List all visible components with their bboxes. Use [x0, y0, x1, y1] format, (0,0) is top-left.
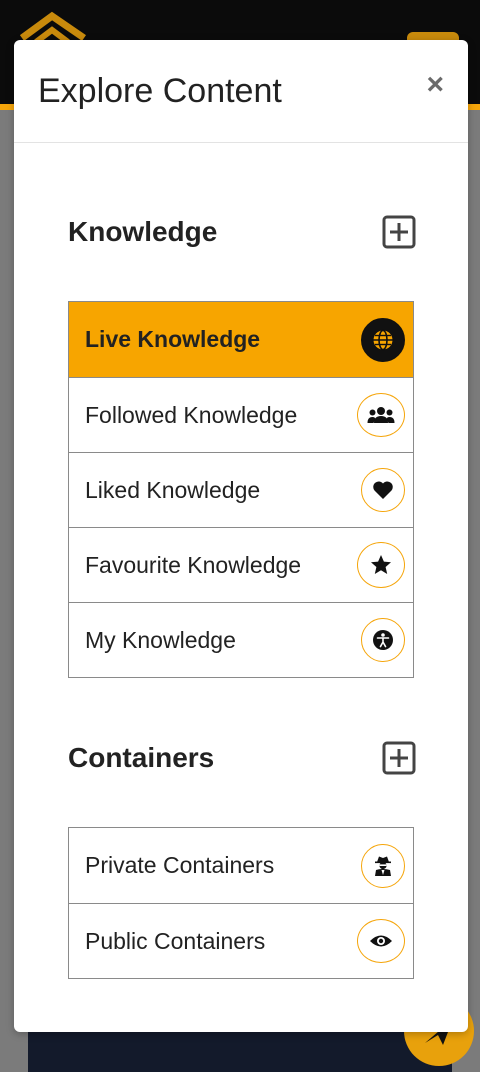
list-item-live-knowledge[interactable]: Live Knowledge	[69, 302, 413, 377]
containers-section-header: Containers	[68, 736, 416, 780]
list-item-liked-knowledge[interactable]: Liked Knowledge	[69, 452, 413, 527]
list-item-label: Favourite Knowledge	[85, 551, 302, 578]
list-item-label: Followed Knowledge	[85, 401, 298, 428]
list-item-label: Liked Knowledge	[85, 476, 261, 503]
modal-header: Explore Content ×	[14, 40, 468, 143]
background-content	[28, 1030, 452, 1072]
list-item-label: Public Containers	[85, 927, 266, 954]
globe-icon	[361, 317, 405, 362]
heart-icon	[361, 468, 405, 512]
user-secret-icon	[361, 843, 405, 888]
list-item-followed-knowledge[interactable]: Followed Knowledge	[69, 377, 413, 452]
list-item-label: Private Containers	[85, 852, 275, 878]
knowledge-section-title: Knowledge	[68, 216, 218, 247]
close-button[interactable]: ×	[426, 70, 444, 100]
add-container-button[interactable]	[382, 741, 416, 775]
list-item-my-knowledge[interactable]: My Knowledge	[69, 602, 413, 677]
modal-title: Explore Content	[38, 72, 282, 110]
users-icon	[357, 393, 405, 437]
list-item-favourite-knowledge[interactable]: Favourite Knowledge	[69, 527, 413, 602]
knowledge-section-header: Knowledge	[68, 210, 416, 254]
add-knowledge-button[interactable]	[382, 215, 416, 249]
explore-content-modal: Explore Content × Knowledge Live Knowled…	[14, 40, 468, 1032]
list-item-private-containers[interactable]: Private Containers	[69, 828, 413, 903]
accessibility-icon	[361, 618, 405, 662]
containers-section-title: Containers	[68, 742, 215, 773]
list-item-label: My Knowledge	[85, 626, 236, 653]
list-item-public-containers[interactable]: Public Containers	[69, 903, 413, 978]
knowledge-list: Live Knowledge Followed Knowledge Liked …	[68, 301, 414, 678]
eye-icon	[357, 919, 405, 963]
containers-list: Private Containers Public Containers	[68, 827, 414, 979]
list-item-label: Live Knowledge	[85, 326, 261, 352]
star-icon	[357, 542, 405, 588]
